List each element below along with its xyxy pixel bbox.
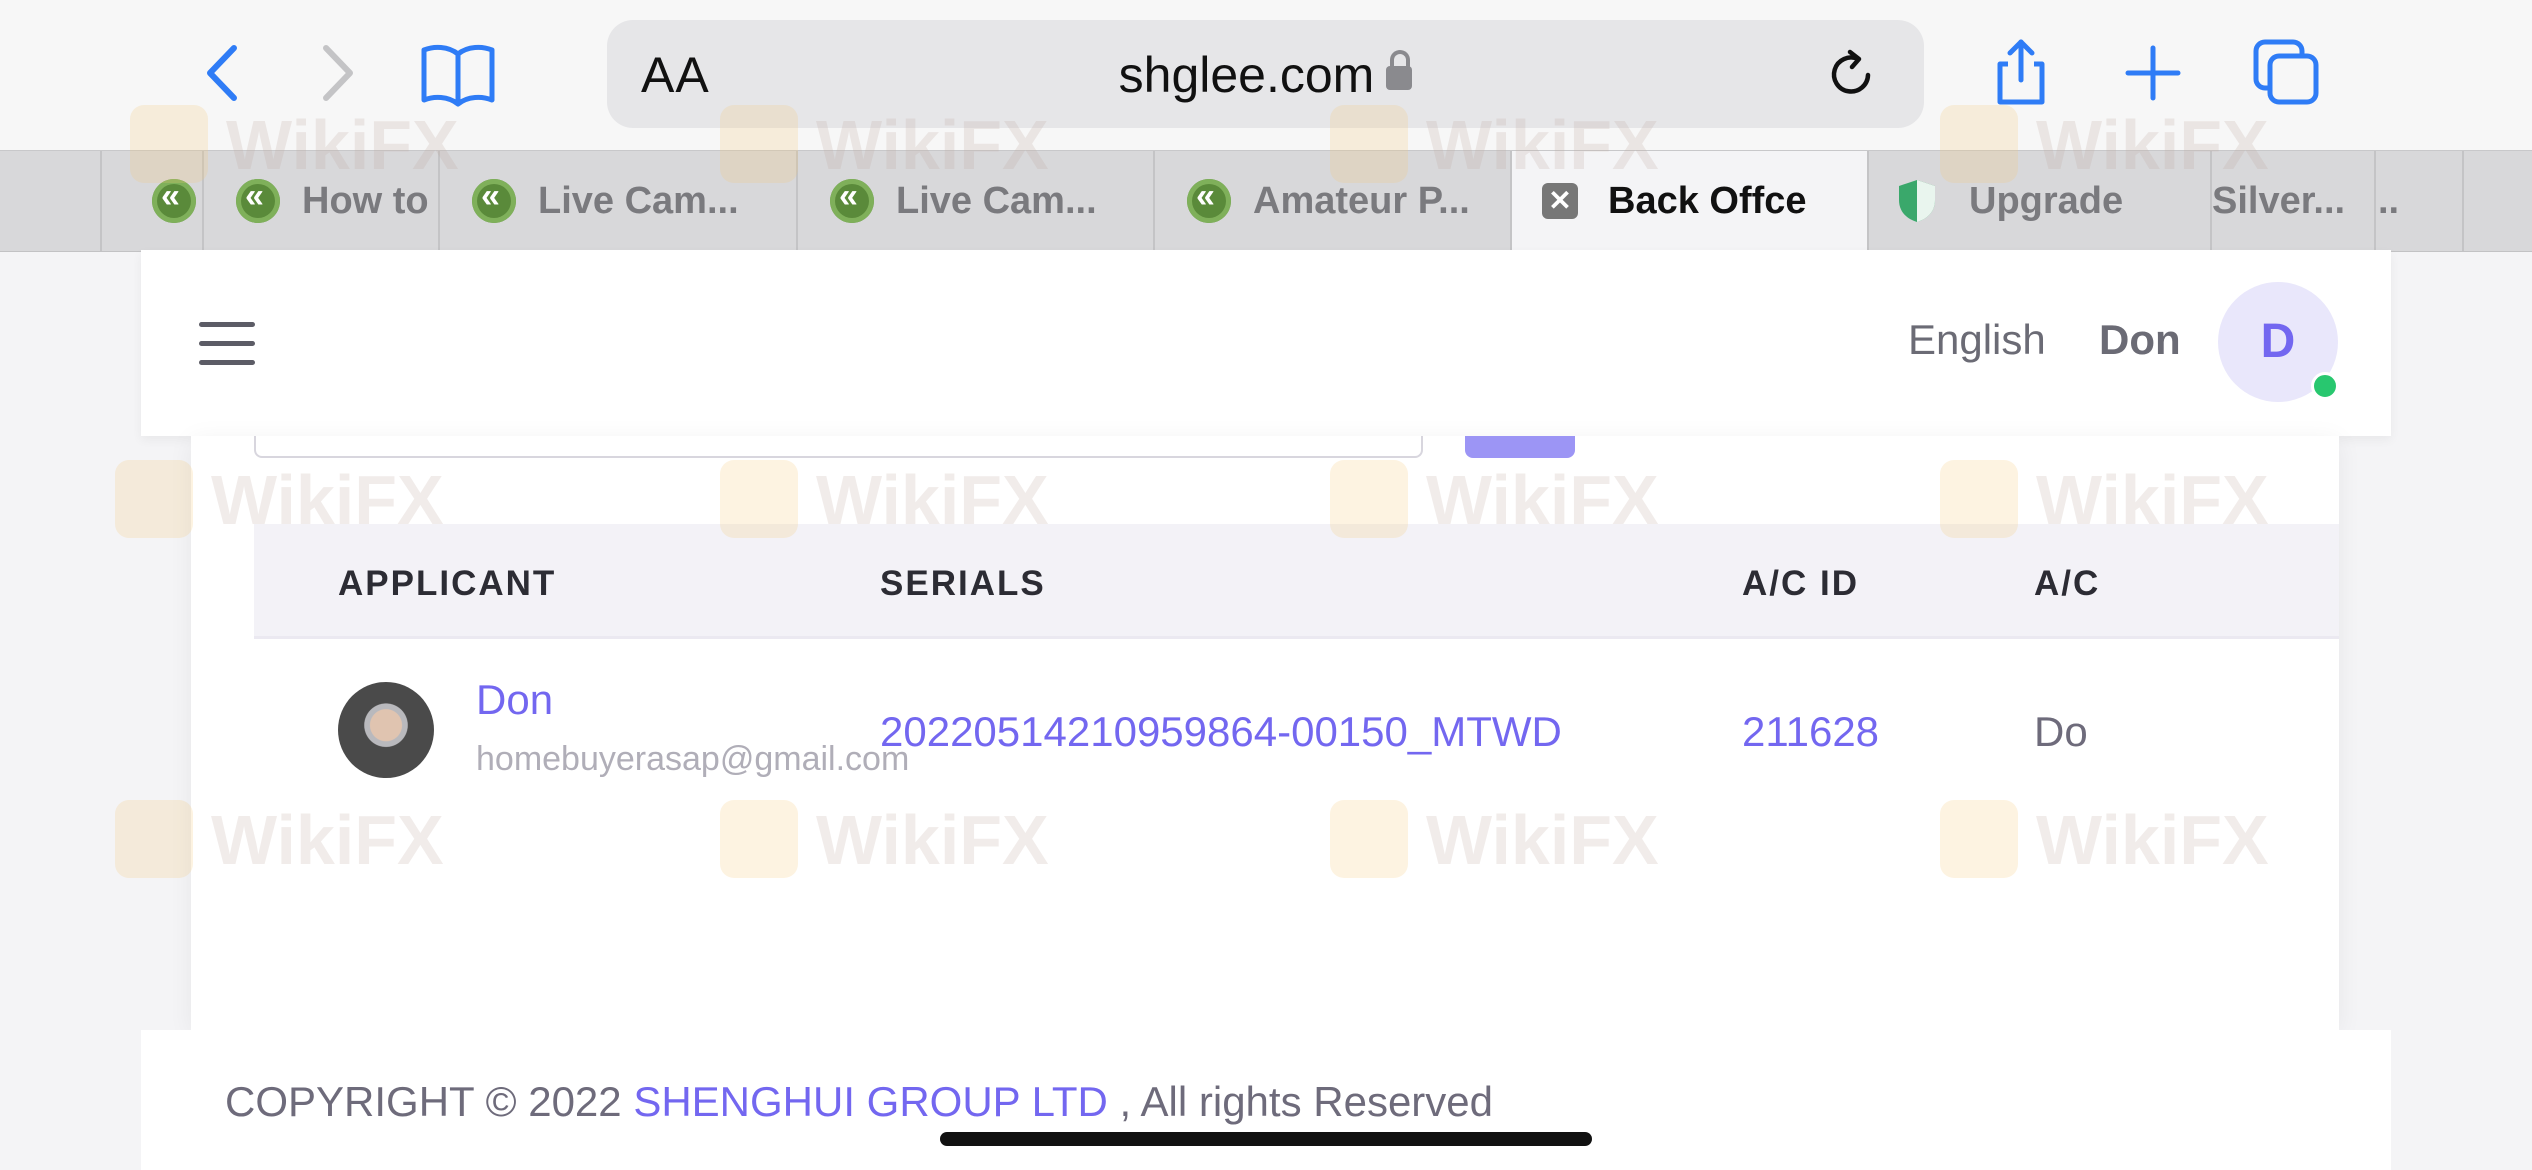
bookmarks-icon[interactable] — [420, 38, 496, 108]
browser-toolbar: AA shglee.com — [0, 0, 2532, 150]
address-bar[interactable]: AA shglee.com — [607, 20, 1924, 128]
tab-label: Silver... — [2212, 179, 2346, 222]
tab-label: .. — [2378, 179, 2400, 222]
share-icon[interactable] — [1986, 38, 2056, 108]
search-input[interactable] — [254, 436, 1423, 458]
wikifx-favicon-icon — [830, 177, 874, 223]
copyright-text: COPYRIGHT © 2022 SHENGHUI GROUP LTD , Al… — [225, 1078, 1493, 1126]
account-id-link[interactable]: 211628 — [1742, 708, 1879, 756]
tab-pinned-right[interactable] — [2462, 151, 2522, 251]
lock-icon — [1386, 50, 1413, 90]
table-row[interactable]: Don homebuyerasap@gmail.com 202205142109… — [254, 636, 2339, 806]
tab-label: Live Cam... — [896, 179, 1097, 222]
tab-pinned-left[interactable] — [32, 151, 100, 251]
applicant-name[interactable]: Don — [476, 676, 553, 724]
company-link[interactable]: SHENGHUI GROUP LTD — [633, 1078, 1108, 1125]
serial-link[interactable]: 20220514210959864-00150_MTWD — [880, 708, 1562, 756]
footer: COPYRIGHT © 2022 SHENGHUI GROUP LTD , Al… — [141, 1030, 2391, 1170]
tab-more[interactable]: .. — [2374, 151, 2462, 251]
tab-live-cam-1[interactable]: Live Cam... — [438, 151, 796, 251]
tab-upgrade[interactable]: Upgrade — [1867, 151, 2210, 251]
url-display[interactable]: shglee.com — [607, 46, 1924, 104]
tab-label: Live Cam... — [538, 179, 739, 222]
app-header: English Don D — [141, 250, 2391, 436]
tabs-overview-icon[interactable] — [2252, 38, 2322, 108]
tab-back-office[interactable]: ✕ Back Offce — [1510, 151, 1867, 251]
tab-bar: How to Live Cam... Live Cam... Amateur P… — [0, 150, 2532, 252]
wikifx-favicon-icon — [236, 177, 280, 223]
tab-how-to[interactable]: How to — [202, 151, 438, 251]
column-header-ac[interactable]: A/C — [2034, 564, 2100, 604]
tab-label: Back Offce — [1608, 179, 1807, 222]
table-header: APPLICANT SERIALS A/C ID A/C — [254, 524, 2339, 639]
wikifx-favicon-icon — [152, 177, 196, 223]
column-header-ac-id[interactable]: A/C ID — [1742, 564, 1859, 604]
language-selector[interactable]: English — [1908, 316, 2046, 364]
account-extra-cell: Do — [2034, 708, 2088, 755]
column-header-serials[interactable]: SERIALS — [880, 564, 1046, 604]
home-indicator[interactable] — [940, 1132, 1592, 1146]
copyright-label: COPYRIGHT © 2022 — [225, 1078, 622, 1125]
menu-icon[interactable] — [199, 322, 255, 366]
rights-label: , All rights Reserved — [1119, 1078, 1494, 1125]
forward-icon[interactable] — [300, 38, 370, 108]
wikifx-favicon-icon — [472, 177, 516, 223]
reload-icon[interactable] — [1824, 48, 1878, 102]
column-header-applicant[interactable]: APPLICANT — [338, 564, 556, 604]
close-icon[interactable]: ✕ — [1542, 183, 1578, 219]
domain-text: shglee.com — [1118, 47, 1375, 103]
tab-amateur[interactable]: Amateur P... — [1153, 151, 1510, 251]
tab-live-cam-2[interactable]: Live Cam... — [796, 151, 1153, 251]
tab-label: How to — [302, 179, 429, 222]
shield-icon — [1897, 178, 1937, 224]
avatar-initial: D — [2260, 315, 2296, 368]
applicants-card: APPLICANT SERIALS A/C ID A/C Don homebuy… — [191, 436, 2339, 1030]
tab-wikifx-1[interactable] — [100, 151, 202, 251]
online-status-icon — [2311, 372, 2339, 400]
new-tab-icon[interactable] — [2118, 38, 2188, 108]
tab-label: Upgrade — [1969, 179, 2124, 222]
back-icon[interactable] — [190, 38, 260, 108]
user-name[interactable]: Don — [2099, 316, 2181, 364]
tab-silver[interactable]: Silver... — [2210, 151, 2374, 251]
search-button[interactable] — [1465, 436, 1575, 458]
tab-label: Amateur P... — [1253, 179, 1470, 222]
applicant-email: homebuyerasap@gmail.com — [476, 740, 910, 778]
wikifx-favicon-icon — [1187, 177, 1231, 223]
applicant-avatar — [338, 682, 434, 778]
